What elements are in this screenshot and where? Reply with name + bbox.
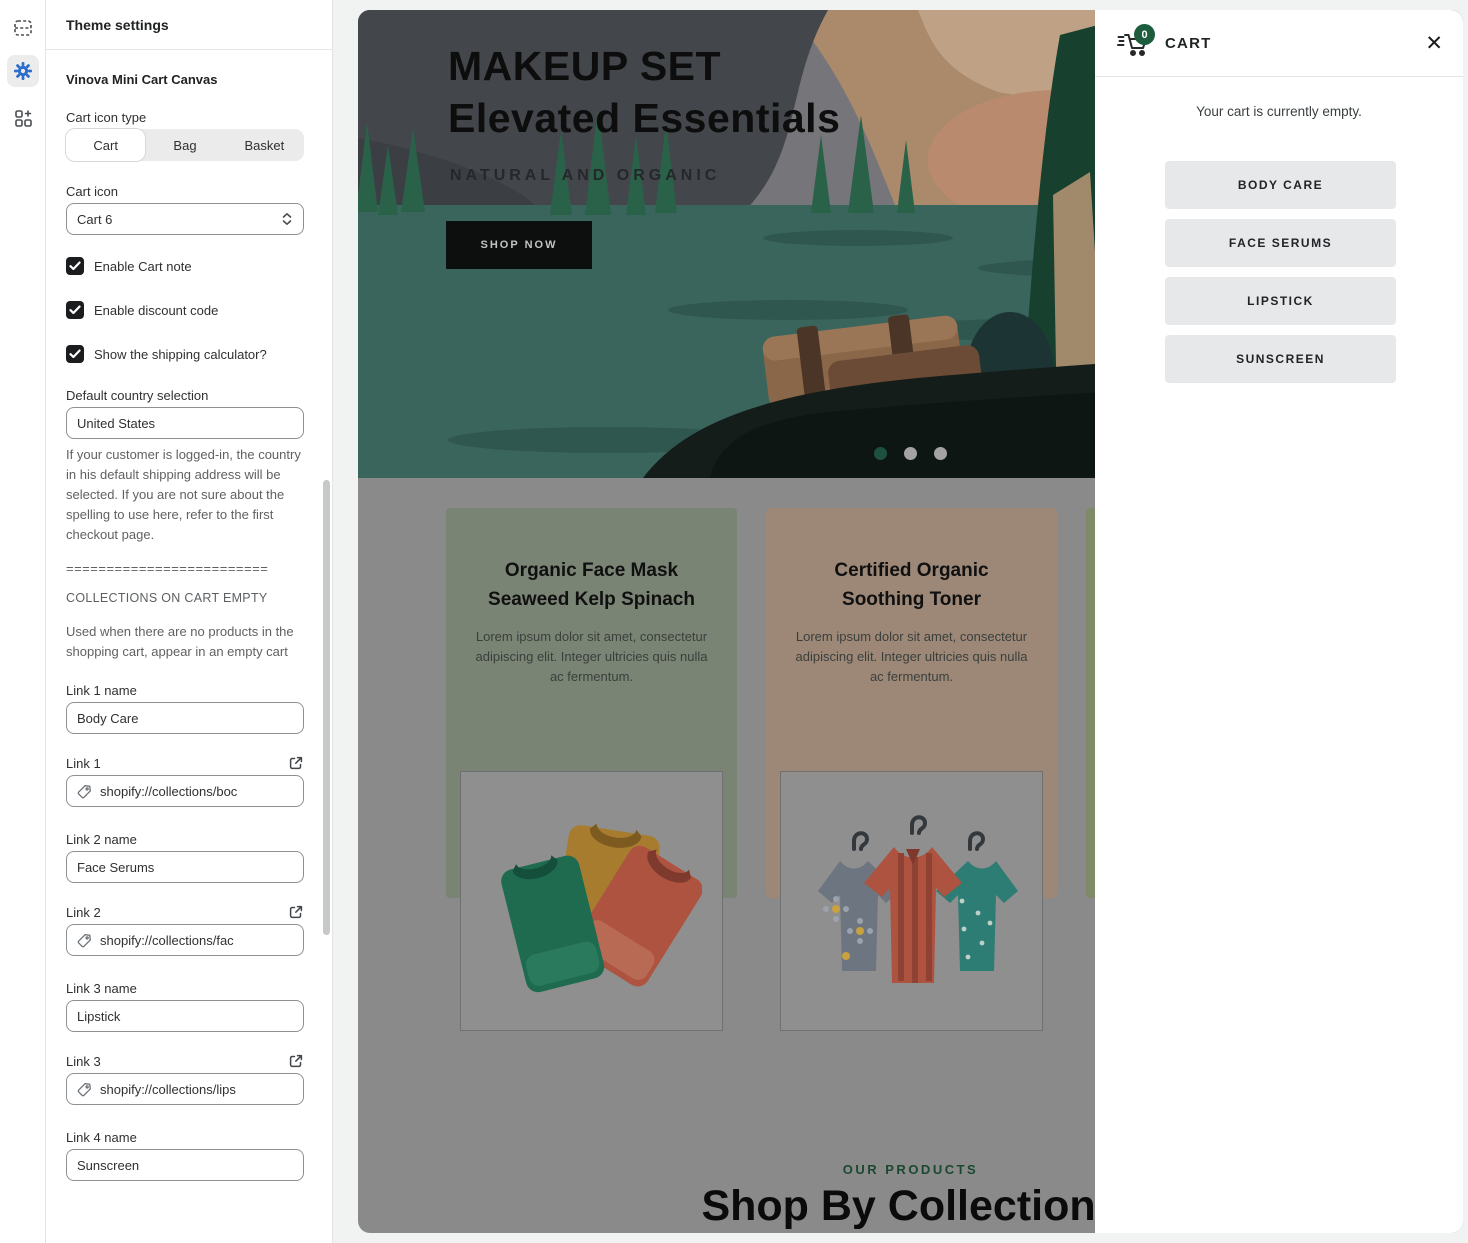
segment-basket[interactable]: Basket xyxy=(225,129,304,161)
mini-cart-drawer: 0 CART ✕ Your cart is currently empty. B… xyxy=(1095,10,1463,1233)
theme-settings-panel: Theme settings Vinova Mini Cart Canvas C… xyxy=(46,0,333,1243)
card-title: Organic Face Mask Seaweed Kelp Spinach xyxy=(446,556,737,614)
checkbox-label: Enable Cart note xyxy=(94,259,192,274)
card-description: Lorem ipsum dolor sit amet, consectetur … xyxy=(446,627,737,687)
collection-card-toner[interactable]: Certified Organic Soothing Toner Lorem i… xyxy=(766,508,1057,898)
country-help-text: If your customer is logged-in, the count… xyxy=(66,445,304,545)
select-chevrons-icon xyxy=(281,212,293,226)
external-link-icon[interactable] xyxy=(288,755,304,771)
link3-name-value: Lipstick xyxy=(77,1009,293,1024)
checkbox-checked-icon xyxy=(66,345,84,363)
panel-title: Theme settings xyxy=(46,0,332,50)
checkbox-checked-icon xyxy=(66,301,84,319)
link3-name-label: Link 3 name xyxy=(66,981,305,996)
collection-card-face-mask[interactable]: Organic Face Mask Seaweed Kelp Spinach L… xyxy=(446,508,737,898)
checkbox-discount-code[interactable]: Enable discount code xyxy=(66,301,305,319)
link4-name-label: Link 4 name xyxy=(66,1130,305,1145)
link2-label: Link 2 xyxy=(66,905,101,920)
checkbox-label: Show the shipping calculator? xyxy=(94,347,267,362)
shop-now-button[interactable]: SHOP NOW xyxy=(446,221,592,269)
tag-icon xyxy=(77,933,92,948)
hero-title: MAKEUP SET Elevated Essentials xyxy=(448,40,840,144)
link1-url-value: shopify://collections/boc xyxy=(100,784,293,799)
link2-name-value: Face Serums xyxy=(77,860,293,875)
checkbox-cart-note[interactable]: Enable Cart note xyxy=(66,257,305,275)
app-embeds-icon[interactable] xyxy=(7,102,39,134)
link2-url-input[interactable]: shopify://collections/fac xyxy=(66,924,304,956)
section-title: Vinova Mini Cart Canvas xyxy=(66,72,305,87)
external-link-icon[interactable] xyxy=(288,1053,304,1069)
cart-icon-type-label: Cart icon type xyxy=(66,110,305,125)
hero-title-line1: MAKEUP SET xyxy=(448,40,840,92)
cart-icon-type-segmented: Cart Bag Basket xyxy=(66,129,304,161)
cart-count-badge: 0 xyxy=(1134,24,1155,45)
link1-name-value: Body Care xyxy=(77,711,293,726)
carousel-dot-1[interactable] xyxy=(874,447,887,460)
cart-empty-message: Your cart is currently empty. xyxy=(1095,104,1463,119)
link1-label: Link 1 xyxy=(66,756,101,771)
country-label: Default country selection xyxy=(66,388,305,403)
link2-name-label: Link 2 name xyxy=(66,832,305,847)
card-title: Certified Organic Soothing Toner xyxy=(766,556,1057,614)
collection-button-lipstick[interactable]: LIPSTICK xyxy=(1165,277,1396,325)
collections-help-text: Used when there are no products in the s… xyxy=(66,622,304,662)
collection-button-sunscreen[interactable]: SUNSCREEN xyxy=(1165,335,1396,383)
link4-name-value: Sunscreen xyxy=(77,1158,293,1173)
cart-drawer-title: CART xyxy=(1165,35,1211,52)
tag-icon xyxy=(77,1082,92,1097)
link3-url-value: shopify://collections/lips xyxy=(100,1082,293,1097)
link2-url-value: shopify://collections/fac xyxy=(100,933,293,948)
link2-name-input[interactable]: Face Serums xyxy=(66,851,304,883)
equals-divider: ========================= xyxy=(66,561,305,576)
hero-title-line2: Elevated Essentials xyxy=(448,92,840,144)
cart-icon-select[interactable]: Cart 6 xyxy=(66,203,304,235)
country-input[interactable]: United States xyxy=(66,407,304,439)
hanging-shirts-image xyxy=(780,771,1043,1031)
link1-url-input[interactable]: shopify://collections/boc xyxy=(66,775,304,807)
collections-empty-header: COLLECTIONS ON CART EMPTY xyxy=(66,591,305,605)
checkbox-label: Enable discount code xyxy=(94,303,218,318)
empty-cart-collection-buttons: BODY CARE FACE SERUMS LIPSTICK SUNSCREEN xyxy=(1165,161,1396,393)
link3-name-input[interactable]: Lipstick xyxy=(66,1000,304,1032)
folded-tshirts-image xyxy=(460,771,723,1031)
link1-name-label: Link 1 name xyxy=(66,683,305,698)
theme-settings-icon[interactable] xyxy=(7,55,39,87)
storefront-preview: MAKEUP SET Elevated Essentials NATURAL A… xyxy=(358,10,1463,1233)
editor-icon-rail xyxy=(0,0,46,1243)
link3-url-input[interactable]: shopify://collections/lips xyxy=(66,1073,304,1105)
carousel-dot-2[interactable] xyxy=(904,447,917,460)
collection-button-face-serums[interactable]: FACE SERUMS xyxy=(1165,219,1396,267)
hero-subtitle: NATURAL AND ORGANIC xyxy=(450,167,720,185)
cart-icon-label: Cart icon xyxy=(66,184,305,199)
close-icon[interactable]: ✕ xyxy=(1425,33,1443,54)
checkbox-checked-icon xyxy=(66,257,84,275)
link1-name-input[interactable]: Body Care xyxy=(66,702,304,734)
cart-drawer-header: 0 CART ✕ xyxy=(1095,10,1463,77)
panel-scrollbar[interactable] xyxy=(323,480,330,935)
link3-label: Link 3 xyxy=(66,1054,101,1069)
sections-icon[interactable] xyxy=(7,12,39,44)
external-link-icon[interactable] xyxy=(288,904,304,920)
carousel-dot-3[interactable] xyxy=(934,447,947,460)
link4-name-input[interactable]: Sunscreen xyxy=(66,1149,304,1181)
segment-bag[interactable]: Bag xyxy=(145,129,224,161)
tag-icon xyxy=(77,784,92,799)
cart-icon-select-value: Cart 6 xyxy=(77,212,273,227)
collection-button-body-care[interactable]: BODY CARE xyxy=(1165,161,1396,209)
country-value: United States xyxy=(77,416,293,431)
segment-cart[interactable]: Cart xyxy=(66,129,145,161)
card-description: Lorem ipsum dolor sit amet, consectetur … xyxy=(766,627,1057,687)
cart-icon: 0 xyxy=(1117,27,1153,59)
checkbox-shipping-calculator[interactable]: Show the shipping calculator? xyxy=(66,345,305,363)
